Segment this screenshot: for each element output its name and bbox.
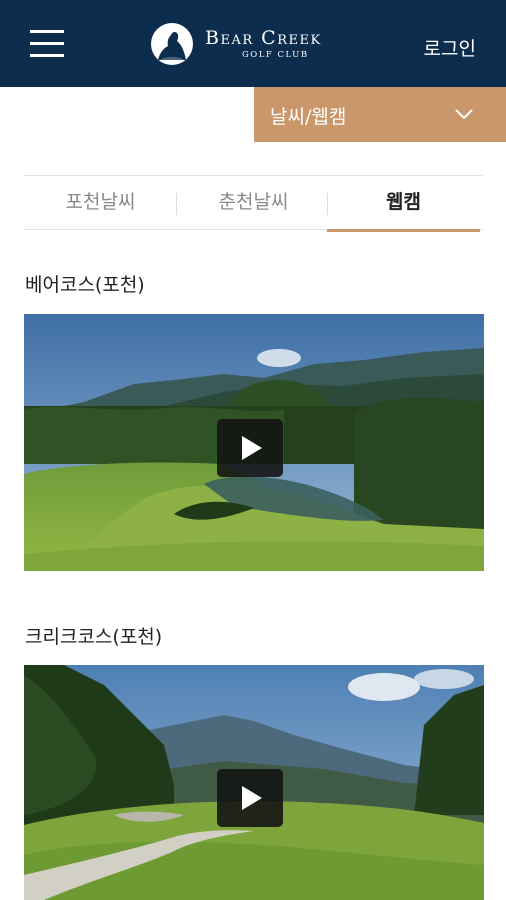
play-button[interactable] <box>217 419 283 477</box>
webcam-title: 크리크코스(포천) <box>25 626 163 648</box>
play-icon <box>242 786 262 810</box>
tab-chuncheon-weather[interactable]: 춘천날씨 <box>177 176 330 230</box>
hamburger-icon-line <box>30 42 64 45</box>
chevron-down-icon <box>455 109 473 120</box>
play-icon <box>242 436 262 460</box>
logo-subtitle: GOLF CLUB <box>242 50 309 60</box>
logo[interactable]: Bear Creek GOLF CLUB <box>150 22 350 66</box>
tab-webcam[interactable]: 웹캠 <box>327 176 480 232</box>
hamburger-icon-line <box>30 54 64 57</box>
app-header: Bear Creek GOLF CLUB 로그인 <box>0 0 506 87</box>
menu-button[interactable] <box>30 28 66 60</box>
hamburger-icon-line <box>30 30 64 33</box>
play-button[interactable] <box>217 769 283 827</box>
dropdown-label: 날씨/웹캠 <box>270 106 347 128</box>
category-dropdown[interactable]: 날씨/웹캠 <box>254 87 506 142</box>
tab-pocheon-weather[interactable]: 포천날씨 <box>24 176 177 230</box>
bear-emblem-icon <box>151 23 193 65</box>
weather-tabs: 포천날씨 춘천날씨 웹캠 <box>24 175 483 232</box>
login-button[interactable]: 로그인 <box>424 34 476 61</box>
logo-title: Bear Creek <box>205 27 322 49</box>
webcam-video-player[interactable] <box>24 665 484 900</box>
webcam-video-player[interactable] <box>24 314 484 571</box>
webcam-title: 베어코스(포천) <box>25 274 145 296</box>
